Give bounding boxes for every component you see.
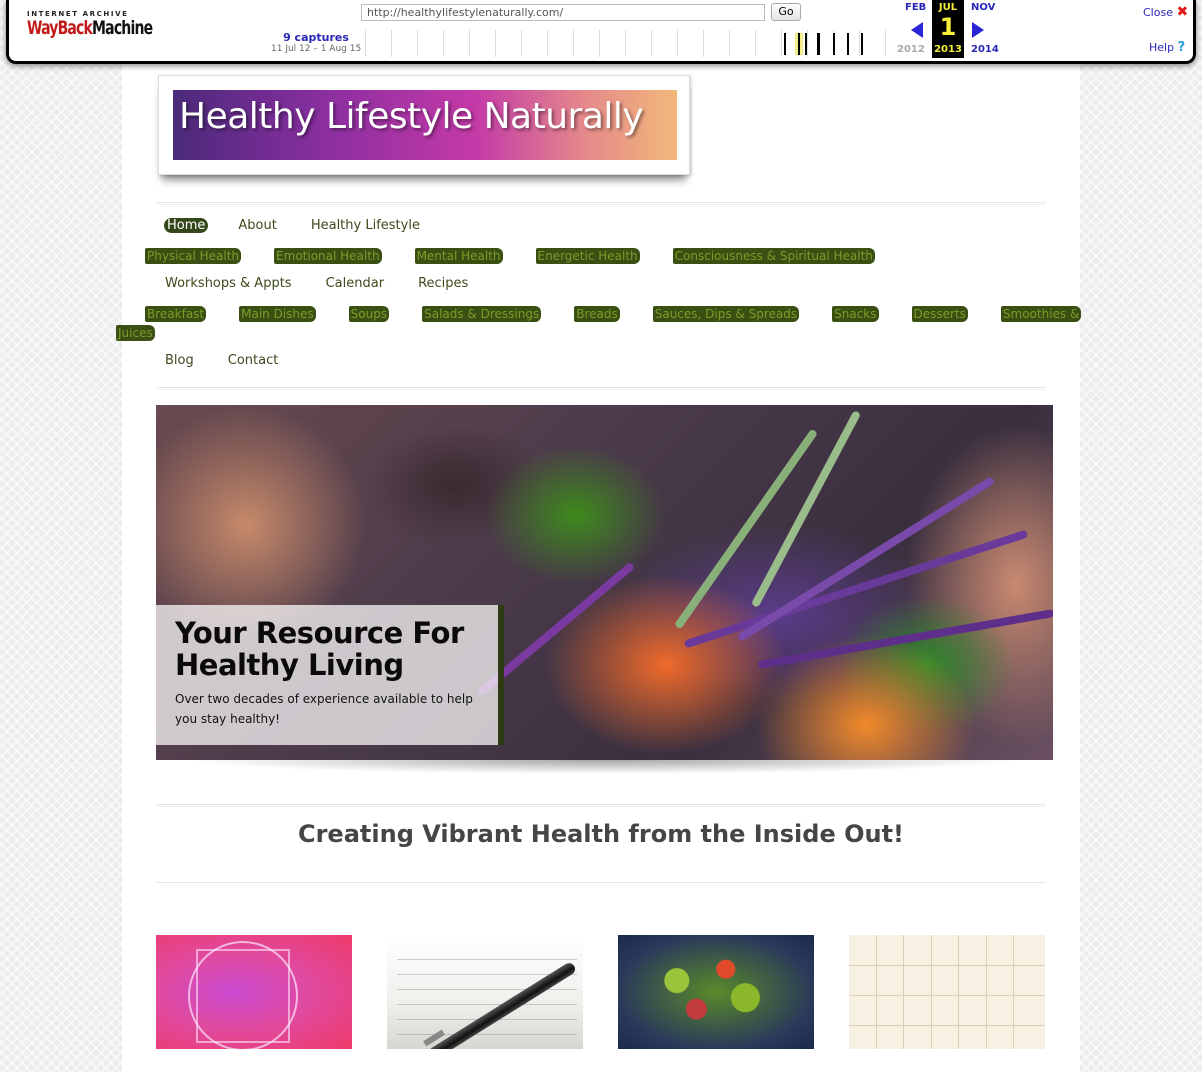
wayback-go-button[interactable]: Go (771, 3, 801, 21)
site-title: Healthy Lifestyle Naturally (179, 96, 644, 137)
divider (156, 387, 1046, 390)
nav-emotional-health[interactable]: Emotional Health (274, 248, 382, 264)
nav-energetic-health[interactable]: Energetic Health (535, 248, 640, 264)
nav-workshops-appts[interactable]: Workshops & Appts (165, 276, 292, 291)
calendar-gridline (1013, 935, 1014, 1049)
help-icon: ? (1177, 40, 1186, 55)
wayback-toolbar: INTERNET ARCHIVE WayBackMachine Go 9 cap… (6, 0, 1196, 64)
current-day-label: 1 (939, 13, 957, 41)
help-label: Help (1149, 41, 1175, 54)
nav-recipes[interactable]: Recipes (418, 276, 468, 291)
prev-month-label[interactable]: FEB (905, 2, 926, 13)
feature-thumbnail-physical[interactable] (156, 935, 352, 1049)
nav-secondary-row: Workshops & Appts Calendar Recipes (165, 276, 502, 291)
capture-sparkline[interactable] (365, 30, 895, 57)
help-button[interactable]: Help ? (1149, 40, 1185, 55)
next-year-label[interactable]: 2014 (971, 44, 999, 55)
divider (156, 882, 1046, 885)
feature-thumbnail-workshops[interactable] (387, 935, 583, 1049)
calendar-gridline (849, 995, 1045, 996)
capture-mark[interactable] (798, 33, 800, 55)
captures-date-range: 11 Jul 12 – 1 Aug 15 (271, 44, 362, 54)
calendar-gridline (903, 935, 904, 1049)
nav-about[interactable]: About (238, 218, 276, 233)
captures-count-link[interactable]: 9 captures (271, 31, 361, 44)
nav-smoothies-juices-wrap[interactable]: Juices (116, 325, 155, 341)
divider (156, 202, 1046, 205)
capture-mark[interactable] (833, 33, 835, 55)
nav-calendar[interactable]: Calendar (326, 276, 384, 291)
next-capture-arrow-icon[interactable] (972, 22, 984, 38)
nav-smoothies-juices[interactable]: Smoothies & (1000, 306, 1082, 322)
nav-consciousness-spiritual-health[interactable]: Consciousness & Spiritual Health (672, 248, 875, 264)
nav-physical-health[interactable]: Physical Health (145, 248, 242, 264)
feature-thumbnail-calendar[interactable] (849, 935, 1045, 1049)
nav-blog[interactable]: Blog (165, 353, 194, 368)
hero-decoration (757, 609, 1053, 669)
nav-recipes-submenu-wrap: Juices (116, 325, 188, 341)
nav-contact[interactable]: Contact (228, 353, 279, 368)
capture-mark[interactable] (784, 33, 786, 55)
nav-snacks[interactable]: Snacks (832, 306, 879, 322)
capture-mark[interactable] (817, 33, 820, 55)
calendar-gridline (849, 965, 1045, 966)
site-logo-banner[interactable]: Healthy Lifestyle Naturally (173, 90, 677, 160)
calendar-gridline (849, 1025, 1045, 1026)
nav-primary-row: Home About Healthy Lifestyle (156, 218, 454, 233)
prev-capture-arrow-icon[interactable] (911, 22, 923, 38)
prev-year-label[interactable]: 2012 (897, 44, 925, 55)
current-capture-date: JUL 1 2013 (932, 0, 964, 58)
calendar-gridline (876, 935, 877, 1049)
vitruvian-square-icon (196, 949, 290, 1043)
hero-title: Your Resource For Healthy Living (175, 616, 464, 682)
wayback-url-input[interactable] (361, 4, 765, 21)
nav-main-dishes[interactable]: Main Dishes (239, 306, 316, 322)
wayback-logo-wordmark-b: Machine (92, 17, 153, 39)
nav-breakfast[interactable]: Breakfast (145, 306, 207, 322)
capture-mark[interactable] (805, 33, 807, 55)
nav-soups[interactable]: Soups (348, 306, 390, 322)
capture-mark[interactable] (847, 33, 849, 55)
nav-healthy-lifestyle-submenu: Physical Health Emotional Health Mental … (145, 248, 908, 264)
close-icon: ✖ (1176, 4, 1189, 20)
divider (156, 804, 1046, 807)
calendar-gridline (986, 935, 987, 1049)
tagline-heading: Creating Vibrant Health from the Inside … (297, 820, 904, 848)
nav-tertiary-row: Blog Contact (165, 353, 312, 368)
calendar-gridline (958, 935, 959, 1049)
nav-mental-health[interactable]: Mental Health (414, 248, 503, 264)
nav-recipes-submenu: Breakfast Main Dishes Soups Salads & Dre… (145, 306, 1114, 322)
close-toolbar-button[interactable]: Close ✖ (1143, 4, 1188, 20)
site-page: Healthy Lifestyle Naturally Home About H… (116, 64, 1082, 1072)
nav-salads-dressings[interactable]: Salads & Dressings (422, 306, 542, 322)
hero-subtitle: Over two decades of experience available… (175, 692, 473, 726)
wayback-logo-wordmark: WayBackMachine (27, 17, 153, 39)
capture-mark[interactable] (861, 33, 863, 55)
site-header-banner[interactable]: Healthy Lifestyle Naturally (158, 75, 690, 175)
current-month-label: JUL (938, 2, 958, 13)
next-month-label[interactable]: NOV (971, 2, 995, 13)
calendar-gridline (931, 935, 932, 1049)
close-label: Close (1143, 6, 1173, 19)
nav-sauces-dips-spreads[interactable]: Sauces, Dips & Spreads (652, 306, 800, 322)
hero-shadow (182, 760, 1022, 774)
wayback-logo[interactable]: INTERNET ARCHIVE WayBackMachine (27, 10, 153, 39)
feature-thumbnail-recipes[interactable] (618, 935, 814, 1049)
wayback-captures[interactable]: 9 captures 11 Jul 12 – 1 Aug 15 (271, 31, 361, 54)
nav-desserts[interactable]: Desserts (911, 306, 968, 322)
hero-slider[interactable]: Your Resource For Healthy Living Over tw… (156, 405, 1053, 760)
nav-healthy-lifestyle[interactable]: Healthy Lifestyle (311, 218, 420, 233)
nav-breads[interactable]: Breads (574, 306, 620, 322)
wayback-logo-wordmark-a: WayBack (27, 17, 93, 39)
current-year-label: 2013 (934, 44, 962, 55)
nav-home[interactable]: Home (164, 218, 209, 233)
hero-caption: Your Resource For Healthy Living Over tw… (156, 605, 504, 745)
